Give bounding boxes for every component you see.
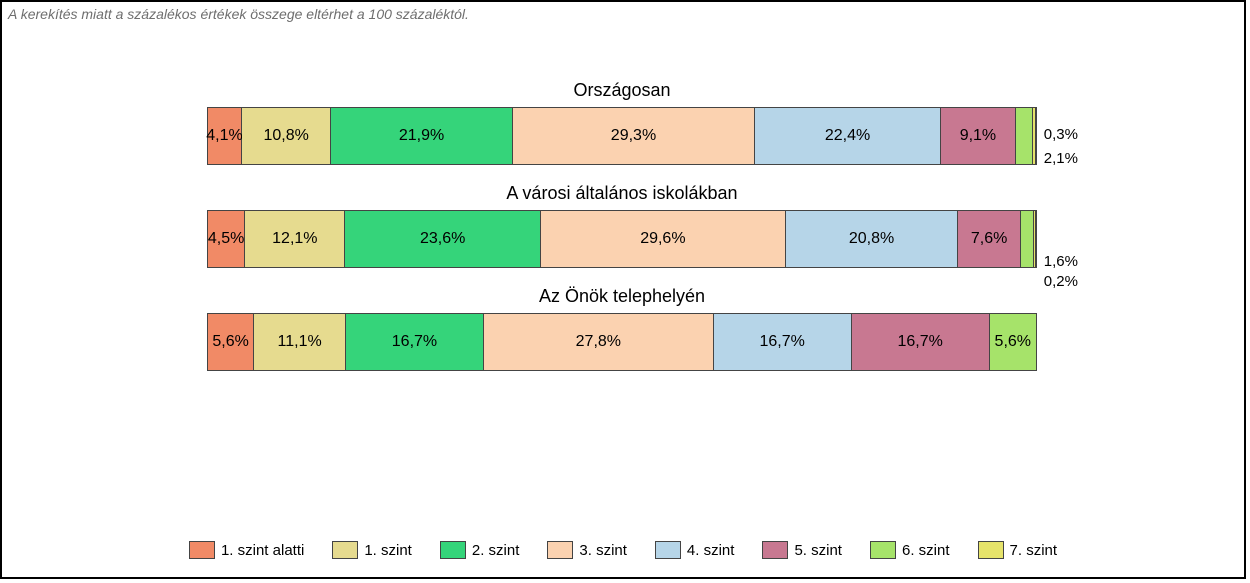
bar-segment: 4,1% bbox=[208, 108, 242, 164]
overflow-label: 2,1% bbox=[1044, 150, 1078, 167]
bar-title: A városi általános iskolákban bbox=[207, 183, 1037, 204]
legend-label: 3. szint bbox=[579, 542, 627, 559]
bar-segment bbox=[1034, 211, 1036, 267]
bar-segment bbox=[1016, 108, 1033, 164]
bar-row: 5,6%11,1%16,7%27,8%16,7%16,7%5,6% bbox=[207, 313, 1037, 371]
legend-swatch bbox=[870, 541, 896, 559]
chart-frame: A kerekítés miatt a százalékos értékek ö… bbox=[0, 0, 1246, 579]
legend-swatch bbox=[440, 541, 466, 559]
legend-label: 6. szint bbox=[902, 542, 950, 559]
overflow-label: 0,2% bbox=[1044, 273, 1078, 290]
bar-segment bbox=[1021, 211, 1034, 267]
legend-label: 1. szint bbox=[364, 542, 412, 559]
bar-segment: 5,6% bbox=[208, 314, 254, 370]
legend-label: 7. szint bbox=[1010, 542, 1058, 559]
bar-segment: 10,8% bbox=[242, 108, 331, 164]
legend-item: 2. szint bbox=[440, 541, 520, 559]
legend-label: 4. szint bbox=[687, 542, 735, 559]
overflow-label: 0,3% bbox=[1044, 126, 1078, 143]
bar-segment: 21,9% bbox=[331, 108, 512, 164]
bar-segment: 4,5% bbox=[208, 211, 245, 267]
bar-segment: 16,7% bbox=[346, 314, 484, 370]
bar-group: Országosan 4,1%10,8%21,9%29,3%22,4%9,1%0,… bbox=[207, 80, 1037, 165]
bar-segment: 22,4% bbox=[755, 108, 940, 164]
bar-segment: 20,8% bbox=[786, 211, 958, 267]
legend-item: 7. szint bbox=[978, 541, 1058, 559]
bar-segment: 9,1% bbox=[941, 108, 1016, 164]
bar-group: Az Önök telephelyén5,6%11,1%16,7%27,8%16… bbox=[207, 286, 1037, 371]
legend-item: 5. szint bbox=[762, 541, 842, 559]
legend-swatch bbox=[547, 541, 573, 559]
bar-group: A városi általános iskolákban 4,5%12,1%23… bbox=[207, 183, 1037, 268]
legend-item: 6. szint bbox=[870, 541, 950, 559]
legend-item: 4. szint bbox=[655, 541, 735, 559]
bar-segment: 16,7% bbox=[714, 314, 852, 370]
bar-title: Országosan bbox=[207, 80, 1037, 101]
bar-row: 4,1%10,8%21,9%29,3%22,4%9,1%0,3%2,1% bbox=[207, 107, 1037, 165]
legend-item: 1. szint bbox=[332, 541, 412, 559]
bar-segment: 23,6% bbox=[345, 211, 540, 267]
bars-area: Országosan 4,1%10,8%21,9%29,3%22,4%9,1%0,… bbox=[207, 80, 1037, 389]
bar-segment: 29,3% bbox=[513, 108, 756, 164]
legend-swatch bbox=[655, 541, 681, 559]
overflow-label: 1,6% bbox=[1044, 253, 1078, 270]
bar-title: Az Önök telephelyén bbox=[207, 286, 1037, 307]
rounding-note: A kerekítés miatt a százalékos értékek ö… bbox=[8, 6, 469, 22]
bar-segment: 29,6% bbox=[541, 211, 786, 267]
legend-label: 5. szint bbox=[794, 542, 842, 559]
bar-segment: 11,1% bbox=[254, 314, 346, 370]
bar-segment bbox=[1033, 108, 1035, 164]
legend: 1. szint alatti 1. szint 2. szint 3. szint 4… bbox=[2, 541, 1244, 559]
bar-segment: 16,7% bbox=[852, 314, 990, 370]
bar-segment: 5,6% bbox=[990, 314, 1036, 370]
bar-segment: 7,6% bbox=[958, 211, 1021, 267]
legend-swatch bbox=[762, 541, 788, 559]
legend-swatch bbox=[978, 541, 1004, 559]
bar-segment: 27,8% bbox=[484, 314, 714, 370]
bar-row: 4,5%12,1%23,6%29,6%20,8%7,6%1,6%0,2% bbox=[207, 210, 1037, 268]
legend-item: 3. szint bbox=[547, 541, 627, 559]
legend-item: 1. szint alatti bbox=[189, 541, 304, 559]
legend-label: 2. szint bbox=[472, 542, 520, 559]
legend-swatch bbox=[332, 541, 358, 559]
bar-segment: 12,1% bbox=[245, 211, 345, 267]
legend-swatch bbox=[189, 541, 215, 559]
legend-label: 1. szint alatti bbox=[221, 542, 304, 559]
